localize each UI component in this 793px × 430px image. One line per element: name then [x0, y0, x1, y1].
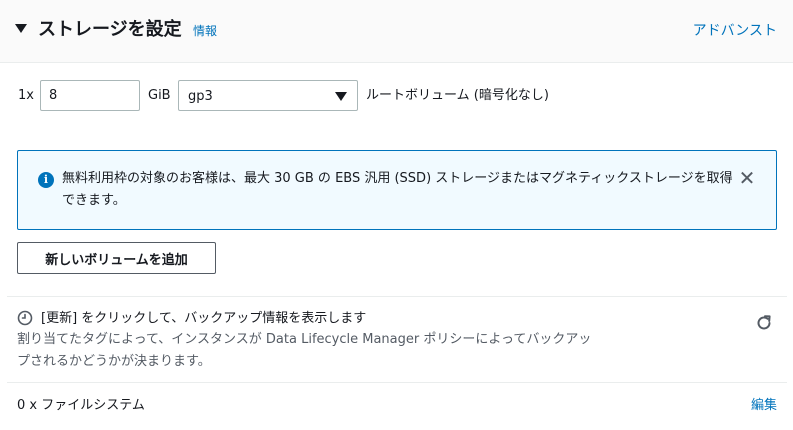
advanced-link[interactable]: アドバンスト	[693, 21, 777, 41]
add-volume-button[interactable]: 新しいボリュームを追加	[17, 242, 216, 274]
refresh-icon[interactable]	[754, 313, 774, 333]
info-link[interactable]: 情報	[193, 22, 217, 40]
filesystem-label: 0 x ファイルシステム	[17, 398, 145, 413]
edit-link[interactable]: 編集	[751, 396, 777, 416]
volume-type-select[interactable]: gp3	[178, 80, 358, 111]
caret-down-icon[interactable]	[15, 24, 27, 33]
alert-text: 無料利用枠の対象のお客様は、最大 30 GB の EBS 汎用 (SSD) スト…	[62, 171, 733, 208]
section-header: ストレージを設定 情報 アドバンスト	[0, 0, 793, 63]
volume-row: 1x GiB gp3 ルートボリューム (暗号化なし)	[0, 80, 793, 112]
divider	[7, 296, 787, 297]
free-tier-alert: i 無料利用枠の対象のお客様は、最大 30 GB の EBS 汎用 (SSD) …	[17, 150, 777, 230]
info-icon: i	[38, 172, 54, 188]
volume-multiplier: 1x	[18, 88, 34, 103]
volume-size-input[interactable]	[40, 80, 140, 111]
caret-down-icon	[335, 92, 347, 101]
section-title[interactable]: ストレージを設定	[38, 18, 182, 42]
volume-unit: GiB	[148, 88, 171, 103]
clock-icon	[17, 310, 33, 326]
divider	[7, 382, 787, 383]
volume-description: ルートボリューム (暗号化なし)	[366, 88, 549, 103]
backup-description: 割り当てたタグによって、インスタンスが Data Lifecycle Manag…	[17, 332, 592, 369]
volume-type-value: gp3	[188, 89, 213, 104]
close-icon[interactable]: ✕	[738, 168, 756, 188]
backup-title: [更新] をクリックして、バックアップ情報を表示します	[41, 311, 367, 326]
